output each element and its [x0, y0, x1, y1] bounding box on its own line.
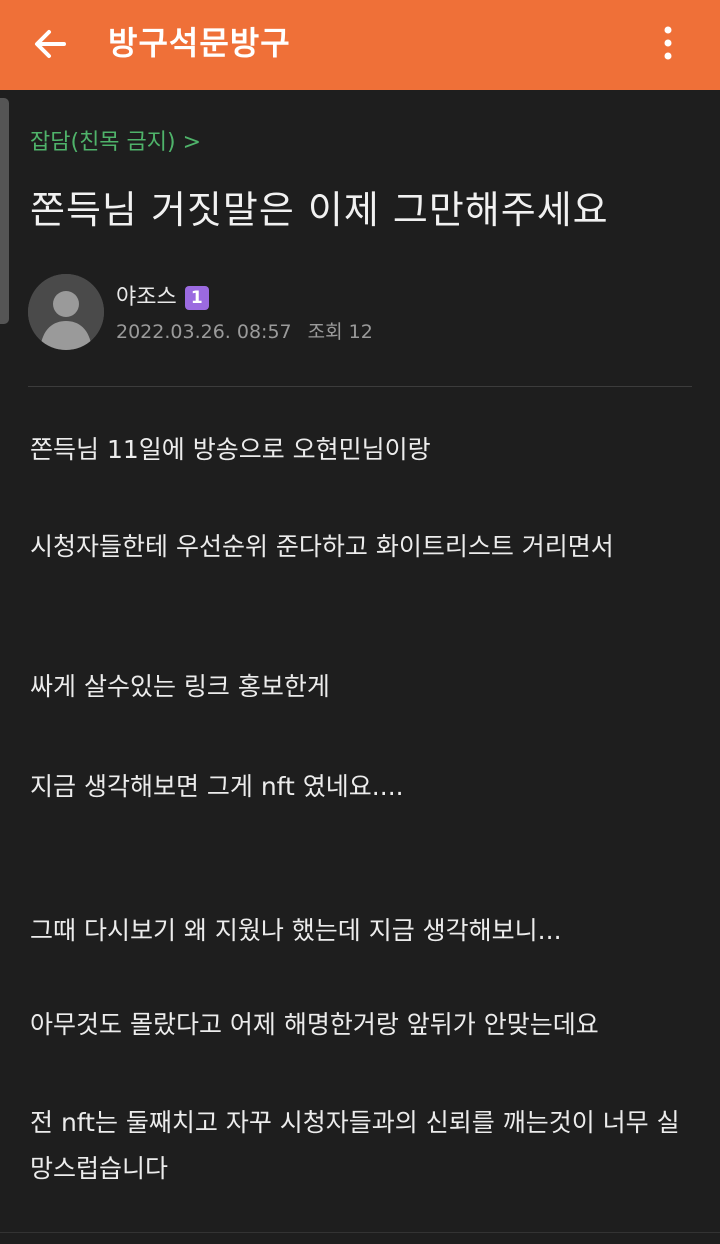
- body-paragraph: 아무것도 몰랐다고 어제 해명한거랑 앞뒤가 안맞는데요: [30, 1010, 599, 1039]
- more-vertical-icon: [664, 26, 672, 60]
- body-paragraph: 그때 다시보기 왜 지웠나 했는데 지금 생각해보니...: [30, 916, 562, 945]
- body-paragraph: 시청자들한테 우선순위 준다하고 화이트리스트 거리면서: [30, 532, 614, 561]
- divider: [0, 1232, 720, 1233]
- body-paragraph: 쫀득님 11일에 방송으로 오현민님이랑: [30, 435, 431, 464]
- top-app-bar: 방구석문방구: [0, 0, 720, 90]
- level-badge: 1: [184, 286, 209, 310]
- post-title: 쫀득님 거짓말은 이제 그만해주세요: [30, 188, 609, 232]
- view-count: 조회 12: [307, 321, 373, 343]
- more-options-button[interactable]: [648, 20, 688, 66]
- avatar[interactable]: [28, 274, 104, 350]
- post-date: 2022.03.26. 08:57: [116, 321, 292, 343]
- body-paragraph: 지금 생각해보면 그게 nft 였네요....: [30, 772, 404, 801]
- post-meta: 2022.03.26. 08:57 조회 12: [116, 318, 373, 346]
- page-title: 방구석문방구: [108, 24, 291, 62]
- divider: [28, 386, 692, 387]
- author-name[interactable]: 야조스: [116, 282, 177, 314]
- body-paragraph: 전 nft는 둘째치고 자꾸 시청자들과의 신뢰를 깨는것이 너무 실망스럽습니…: [30, 1108, 680, 1183]
- default-user-icon: [28, 274, 104, 350]
- back-button[interactable]: [28, 22, 72, 66]
- arrow-left-icon: [35, 30, 66, 58]
- scroll-indicator[interactable]: [0, 98, 9, 324]
- author-info: 야조스 1: [116, 282, 209, 314]
- category-link[interactable]: 잡담(친목 금지) >: [30, 126, 201, 160]
- body-paragraph: 싸게 살수있는 링크 홍보한게: [30, 672, 330, 701]
